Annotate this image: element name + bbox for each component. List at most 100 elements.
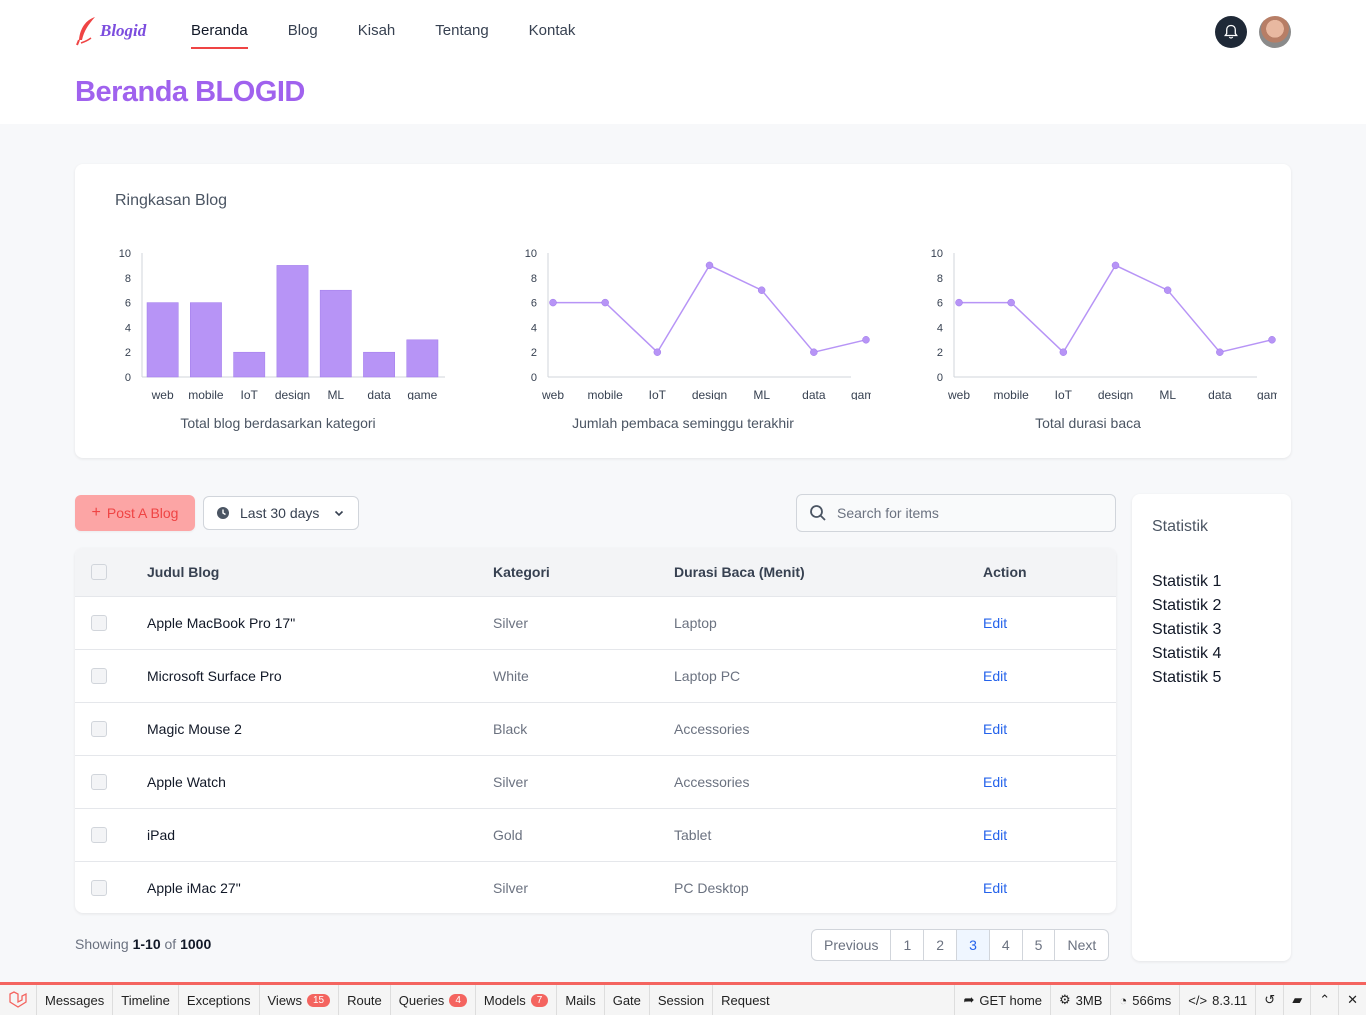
y-tick-label: 8 [531, 273, 537, 285]
point-game [862, 336, 870, 344]
edit-link[interactable]: Edit [983, 615, 1007, 631]
summary-card: Ringkasan Blog 0 2 4 6 8 10 web mobile IoT design… [75, 164, 1291, 458]
row-checkbox[interactable] [91, 721, 107, 737]
x-tick-label: game [407, 388, 437, 400]
folder-icon: ▰ [1292, 992, 1303, 1007]
x-tick-label: data [367, 388, 391, 400]
series-line [553, 264, 867, 354]
brand-logo[interactable]: Blogid [76, 16, 146, 46]
page-title: Beranda BLOGID [75, 76, 305, 108]
search-input[interactable] [837, 505, 1097, 521]
previous-page-button[interactable]: Previous [812, 930, 890, 960]
x-tick-label: IoT [241, 388, 259, 400]
debugbar-time[interactable]: ◔ 566ms [1110, 985, 1179, 1015]
series-line [959, 264, 1273, 354]
blog-duration: Laptop PC [674, 668, 741, 684]
x-tick-label: data [802, 388, 826, 400]
bar-web [146, 302, 179, 378]
debugbar-tab-exceptions[interactable]: Exceptions [179, 985, 260, 1015]
debugbar-tab-queries[interactable]: Queries 4 [391, 985, 476, 1015]
x-tick-label: data [1208, 388, 1232, 400]
point-web [549, 298, 557, 307]
y-tick-label: 6 [937, 298, 943, 310]
nav-item-beranda[interactable]: Beranda [191, 22, 248, 49]
blog-category: Silver [493, 774, 529, 790]
y-tick-label: 0 [531, 372, 537, 384]
stats-item: Statistik 3 [1152, 621, 1222, 638]
blog-category: Silver [493, 880, 529, 896]
chart-caption: Total durasi baca [1035, 415, 1141, 431]
x-tick-label: ML [327, 388, 344, 400]
row-checkbox[interactable] [91, 668, 107, 684]
nav-item-tentang[interactable]: Tentang [435, 22, 488, 49]
edit-link[interactable]: Edit [983, 668, 1007, 684]
post-blog-label: Post A Blog [106, 505, 179, 521]
debugbar-tab-messages[interactable]: Messages [37, 985, 114, 1015]
debugbar-route[interactable]: ➦ GET home [954, 985, 1050, 1015]
nav-item-blog[interactable]: Blog [288, 22, 318, 49]
bar-ML [319, 289, 352, 378]
header-duration[interactable]: Durasi Baca (Menit) [674, 564, 983, 580]
header-title[interactable]: Judul Blog [147, 564, 493, 580]
date-range-label: Last 30 days [240, 505, 320, 521]
edit-link[interactable]: Edit [983, 880, 1007, 896]
blog-title: Microsoft Surface Pro [147, 668, 282, 684]
edit-link[interactable]: Edit [983, 721, 1007, 737]
blog-title: iPad [147, 827, 176, 843]
notification-button[interactable] [1215, 16, 1247, 48]
close-debugbar-button[interactable]: ✕ [1338, 985, 1366, 1015]
y-tick-label: 0 [937, 372, 943, 384]
debugbar-logo[interactable] [0, 985, 37, 1015]
close-icon: ✕ [1347, 992, 1358, 1007]
debugbar-tab-models[interactable]: Models 7 [476, 985, 558, 1015]
x-tick-label: design [275, 388, 310, 400]
chart-caption: Jumlah pembaca seminggu terakhir [572, 415, 794, 431]
page-button-3[interactable]: 3 [956, 930, 989, 960]
debugbar-tab-session[interactable]: Session [650, 985, 714, 1015]
point-ML [757, 286, 766, 294]
page-button-1[interactable]: 1 [890, 930, 923, 960]
row-checkbox[interactable] [91, 615, 107, 631]
post-blog-button[interactable]: + Post A Blog [75, 495, 195, 531]
debugbar-memory[interactable]: ⚙ 3MB [1050, 985, 1110, 1015]
page-button-4[interactable]: 4 [988, 930, 1022, 960]
nav-item-kisah[interactable]: Kisah [358, 22, 396, 49]
debug-bar: Messages Timeline Exceptions Views 15 Rou… [0, 982, 1366, 1015]
minimize-button[interactable]: ⌃ [1310, 985, 1338, 1015]
row-checkbox[interactable] [91, 827, 107, 843]
page-button-5[interactable]: 5 [1021, 930, 1055, 960]
gears-icon: ⚙ [1059, 992, 1071, 1007]
date-range-dropdown[interactable]: Last 30 days [203, 496, 359, 530]
edit-link[interactable]: Edit [983, 774, 1007, 790]
debugbar-tab-timeline[interactable]: Timeline [113, 985, 179, 1015]
row-checkbox[interactable] [91, 880, 107, 896]
point-mobile [601, 298, 609, 307]
history-icon: ↺ [1264, 992, 1276, 1007]
open-folder-button[interactable]: ▰ [1283, 985, 1310, 1015]
y-tick-label: 4 [937, 322, 943, 334]
edit-link[interactable]: Edit [983, 827, 1007, 843]
debugbar-tab-route[interactable]: Route [339, 985, 391, 1015]
blog-category: White [493, 668, 529, 684]
blog-duration: PC Desktop [674, 880, 749, 896]
nav-item-kontak[interactable]: Kontak [529, 22, 576, 49]
tab-label: Gate [612, 992, 641, 1008]
page-button-2[interactable]: 2 [923, 930, 956, 960]
debugbar-version[interactable]: </> 8.3.11 [1179, 985, 1255, 1015]
debugbar-tab-gate[interactable]: Gate [605, 985, 650, 1015]
debugbar-tab-mails[interactable]: Mails [557, 985, 605, 1015]
debugbar-tab-views[interactable]: Views 15 [260, 985, 340, 1015]
user-avatar[interactable] [1259, 16, 1291, 48]
select-all-checkbox[interactable] [91, 564, 107, 580]
debugbar-tab-request[interactable]: Request [713, 985, 777, 1015]
row-checkbox[interactable] [91, 774, 107, 790]
route-label: GET home [979, 992, 1043, 1008]
history-button[interactable]: ↺ [1255, 985, 1283, 1015]
x-tick-label: mobile [587, 388, 623, 400]
x-tick-label: ML [1159, 388, 1176, 400]
table-header: Judul Blog Kategori Durasi Baca (Menit) … [75, 548, 1116, 596]
y-tick-label: 10 [119, 248, 131, 260]
count-badge: 7 [530, 993, 549, 1007]
next-page-button[interactable]: Next [1054, 930, 1108, 960]
header-category[interactable]: Kategori [493, 564, 674, 580]
